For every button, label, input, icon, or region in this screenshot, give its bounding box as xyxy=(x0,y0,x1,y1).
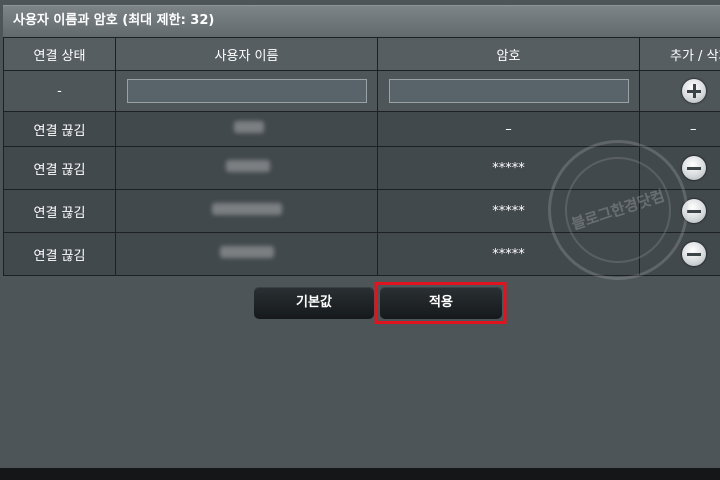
header-add-delete: 추가 / 삭제 xyxy=(639,37,720,71)
row-username xyxy=(115,232,378,276)
row-status: 연결 끊김 xyxy=(3,111,116,147)
header-password: 암호 xyxy=(377,37,640,71)
minus-circle-icon xyxy=(687,166,701,170)
row-status: 연결 끊김 xyxy=(3,232,116,276)
blurred-username xyxy=(234,121,264,133)
row-username xyxy=(115,146,378,190)
plus-circle-icon-vertical xyxy=(692,84,696,98)
minus-circle-icon xyxy=(687,209,701,213)
table-header-row: 연결 상태 사용자 이름 암호 추가 / 삭제 xyxy=(3,37,720,71)
new-password-input[interactable] xyxy=(388,79,629,103)
row-status: 연결 끊김 xyxy=(3,146,116,190)
bottom-bar xyxy=(0,468,720,480)
blurred-username xyxy=(212,203,282,215)
delete-user-button[interactable] xyxy=(682,242,706,266)
row-status: 연결 끊김 xyxy=(3,189,116,233)
new-user-row: - xyxy=(3,70,720,112)
add-cell xyxy=(639,70,720,112)
row-username xyxy=(115,189,378,233)
blurred-username xyxy=(226,160,270,172)
new-username-cell xyxy=(115,70,378,112)
default-button[interactable]: 기본값 xyxy=(254,287,374,319)
new-password-cell xyxy=(377,70,640,112)
new-user-status: - xyxy=(3,70,116,112)
page: 사용자 이름과 암호 (최대 제한: 32) 연결 상태 사용자 이름 암호 추… xyxy=(0,0,720,480)
delete-user-button[interactable] xyxy=(682,156,706,180)
add-user-button[interactable] xyxy=(682,79,706,103)
new-username-input[interactable] xyxy=(126,79,367,103)
minus-circle-icon xyxy=(687,252,701,256)
row-action: – xyxy=(639,111,720,147)
header-username: 사용자 이름 xyxy=(115,37,378,71)
apply-highlight-box xyxy=(375,282,507,324)
row-username xyxy=(115,111,378,147)
blurred-username xyxy=(220,246,274,258)
panel-title: 사용자 이름과 암호 (최대 제한: 32) xyxy=(3,5,720,37)
header-status: 연결 상태 xyxy=(3,37,116,71)
